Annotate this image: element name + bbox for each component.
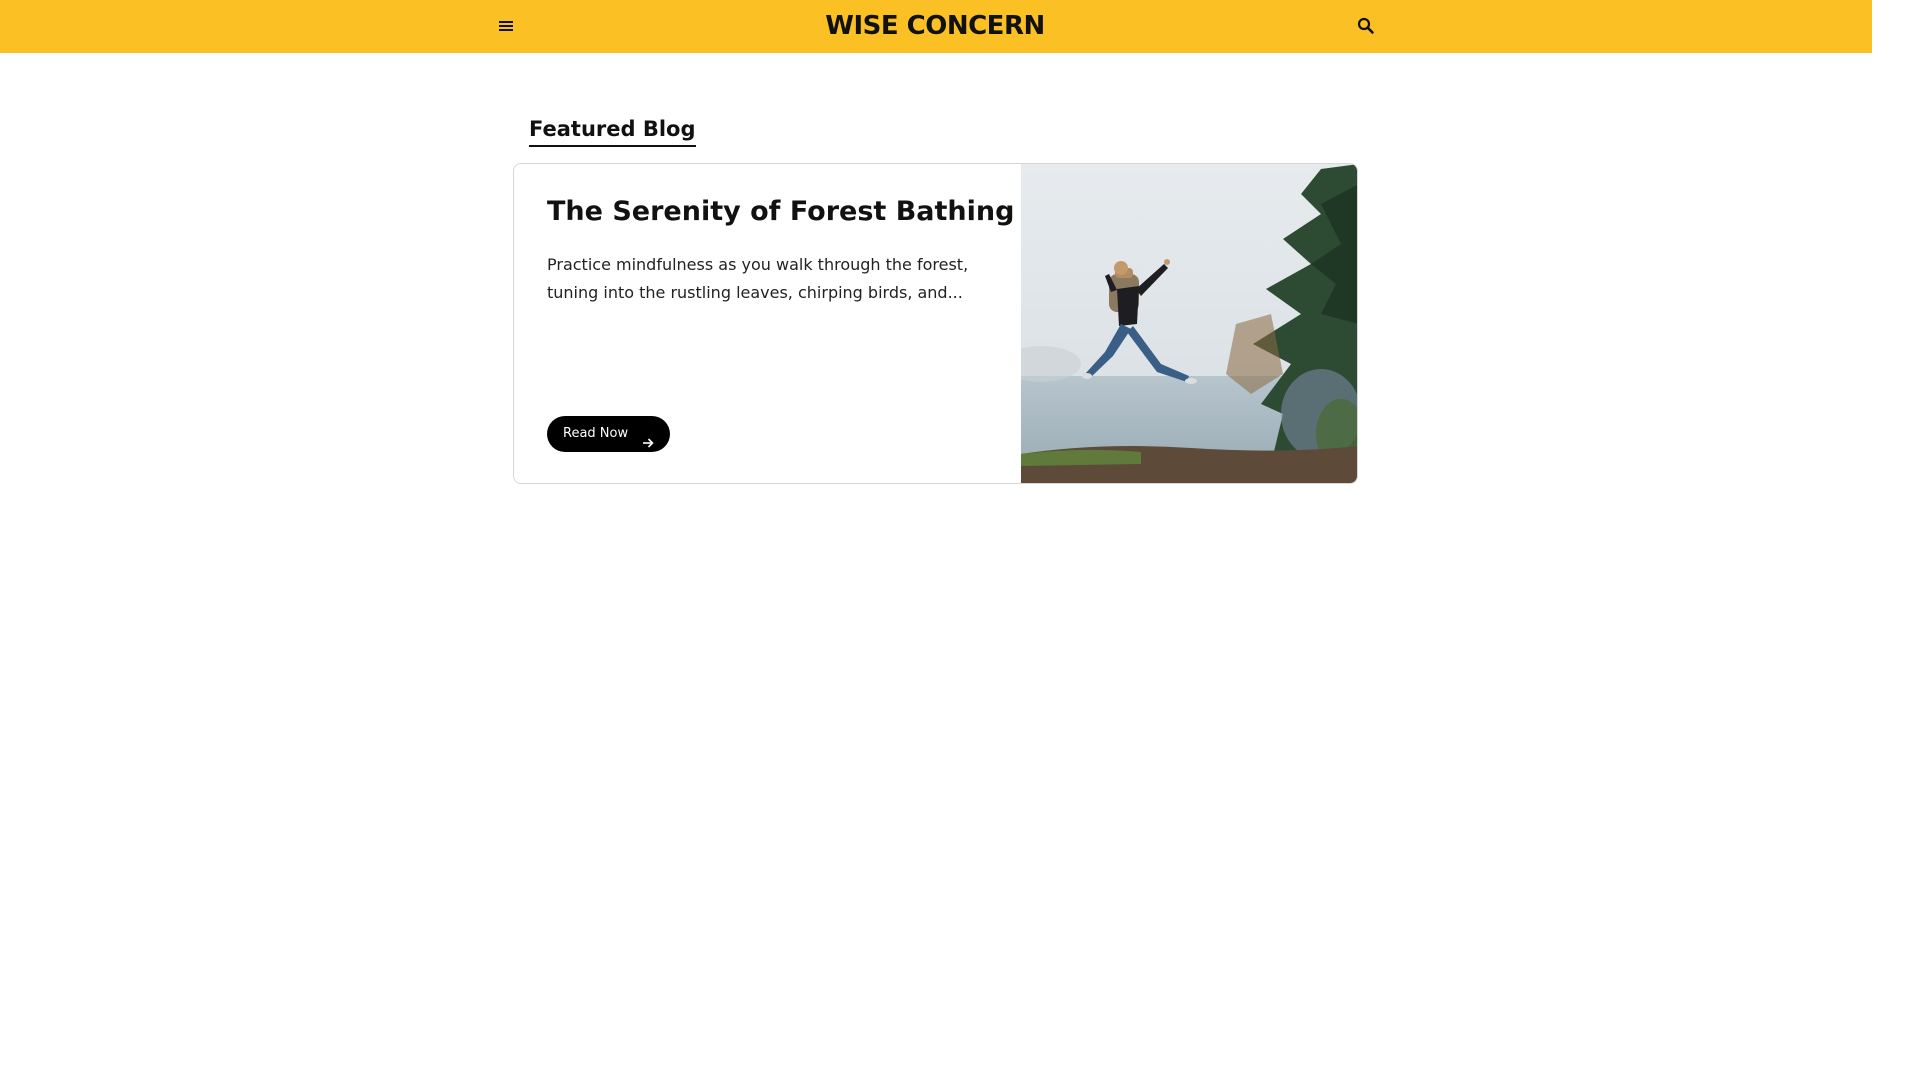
section-title: Featured Blog — [529, 114, 696, 147]
brand-logo[interactable]: WISE CONCERN — [760, 8, 1110, 44]
read-now-button[interactable]: Read Now — [547, 416, 670, 452]
blog-post-image[interactable] — [1021, 164, 1357, 483]
arrow-right-icon — [642, 428, 654, 448]
top-navigation-bar: WISE CONCERN — [0, 0, 1872, 53]
search-icon[interactable] — [1356, 16, 1376, 36]
featured-blog-card: The Serenity of Forest Bathing Practice … — [513, 163, 1358, 484]
blog-post-excerpt: Practice mindfulness as you walk through… — [547, 255, 969, 302]
read-now-label: Read Now — [563, 426, 629, 441]
blog-post-title[interactable]: The Serenity of Forest Bathing — [547, 194, 1014, 230]
hamburger-menu-icon[interactable] — [496, 17, 516, 35]
